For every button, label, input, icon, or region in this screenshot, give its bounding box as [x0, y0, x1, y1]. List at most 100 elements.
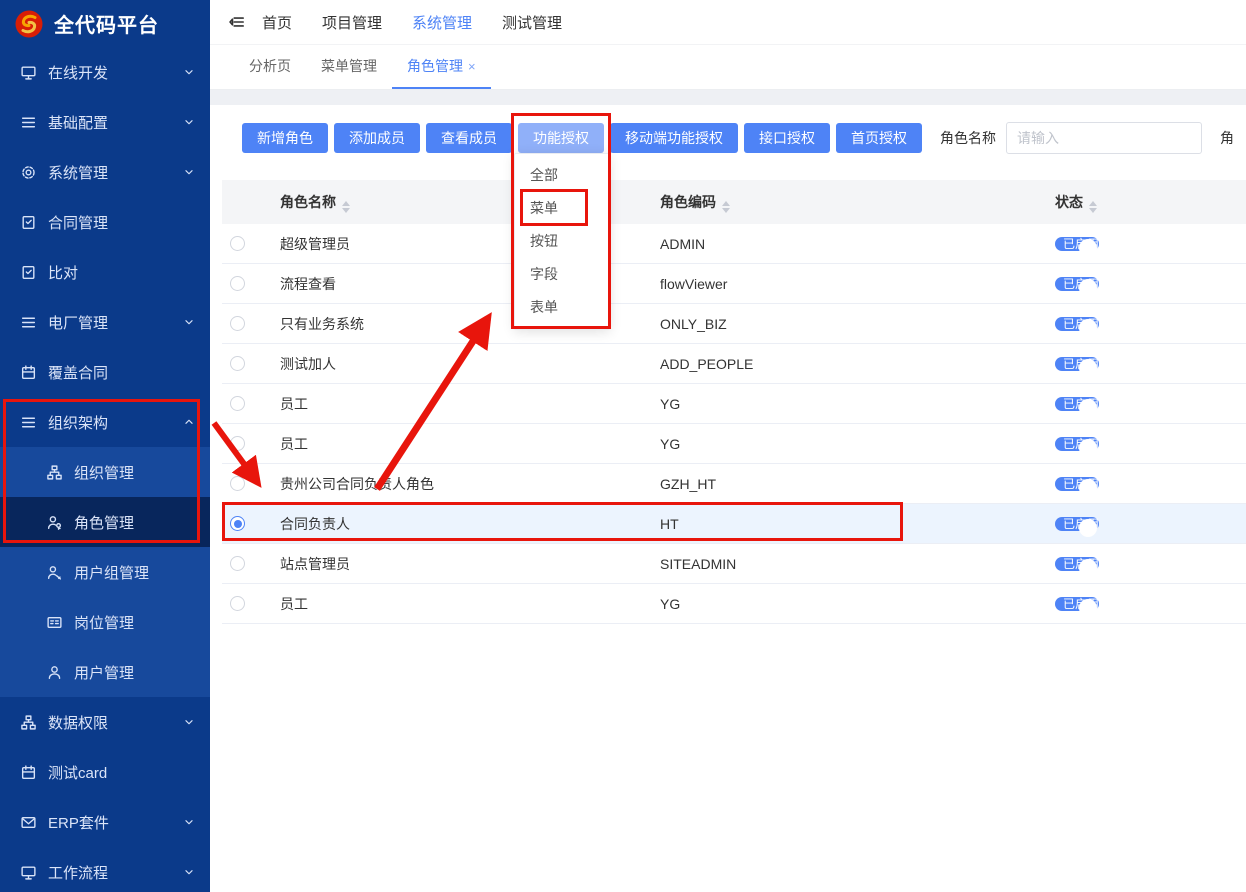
top-navigation: 首页 项目管理 系统管理 测试管理: [210, 0, 1246, 45]
row-radio[interactable]: [230, 596, 245, 611]
sidebar-item-org-structure[interactable]: 组织架构: [0, 397, 210, 447]
table-row[interactable]: 流程查看 flowViewer 已启用: [222, 264, 1246, 304]
dropdown-item-form[interactable]: 表单: [515, 291, 609, 324]
nav-item-system-mgmt[interactable]: 系统管理: [412, 12, 472, 33]
chevron-down-icon: [182, 815, 196, 829]
sidebar: 全代码平台 在线开发 基础配置 系统管理 合同管理 比对 电厂管理 覆盖合同 组…: [0, 0, 210, 892]
row-radio[interactable]: [230, 356, 245, 371]
status-toggle[interactable]: 已启用: [1055, 557, 1099, 571]
status-toggle[interactable]: 已启用: [1055, 477, 1099, 491]
nav-item-test-mgmt[interactable]: 测试管理: [502, 12, 562, 33]
sidebar-item-label: 在线开发: [48, 62, 108, 83]
sidebar-item-data-permission[interactable]: 数据权限: [0, 697, 210, 747]
chevron-down-icon: [182, 315, 196, 329]
add-member-button[interactable]: 添加成员: [334, 123, 420, 153]
sidebar-item-label: 角色管理: [74, 512, 134, 533]
chevron-down-icon: [182, 65, 196, 79]
sidebar-item-cover-contract[interactable]: 覆盖合同: [0, 347, 210, 397]
sidebar-item-label: 工作流程: [48, 862, 108, 883]
role-name-label: 角色名称: [940, 128, 996, 148]
row-radio[interactable]: [230, 396, 245, 411]
sidebar-item-erp-suite[interactable]: ERP套件: [0, 797, 210, 847]
status-toggle[interactable]: 已启用: [1055, 317, 1099, 331]
close-icon[interactable]: ×: [468, 59, 476, 74]
function-auth-button[interactable]: 功能授权: [518, 123, 604, 153]
row-radio[interactable]: [230, 436, 245, 451]
role-code-cell: GZH_HT: [660, 476, 1055, 492]
view-member-button[interactable]: 查看成员: [426, 123, 512, 153]
status-toggle[interactable]: 已启用: [1055, 397, 1099, 411]
table-row[interactable]: 贵州公司合同负责人角色 GZH_HT 已启用: [222, 464, 1246, 504]
user-key-icon: [46, 564, 63, 581]
api-auth-button[interactable]: 接口授权: [744, 123, 830, 153]
sidebar-item-post-mgmt[interactable]: 岗位管理: [0, 597, 210, 647]
gear-icon: [20, 164, 37, 181]
status-toggle[interactable]: 已启用: [1055, 277, 1099, 291]
role-name-input[interactable]: [1006, 122, 1202, 154]
sidebar-item-contract-mgmt[interactable]: 合同管理: [0, 197, 210, 247]
sidebar-item-compare[interactable]: 比对: [0, 247, 210, 297]
row-radio[interactable]: [230, 276, 245, 291]
sidebar-item-user-group-mgmt[interactable]: 用户组管理: [0, 547, 210, 597]
row-radio-selected[interactable]: [230, 516, 245, 531]
chevron-up-icon: [182, 415, 196, 429]
role-code-cell: flowViewer: [660, 276, 1055, 292]
tab-menu-mgmt[interactable]: 菜单管理: [306, 45, 392, 89]
row-radio[interactable]: [230, 236, 245, 251]
sidebar-item-label: 用户管理: [74, 662, 134, 683]
status-toggle[interactable]: 已启用: [1055, 517, 1099, 531]
add-role-button[interactable]: 新增角色: [242, 123, 328, 153]
tab-role-mgmt[interactable]: 角色管理 ×: [392, 45, 491, 89]
table-row[interactable]: 员工 YG 已启用: [222, 584, 1246, 624]
sidebar-item-workflow[interactable]: 工作流程: [0, 847, 210, 892]
sidebar-item-plant-mgmt[interactable]: 电厂管理: [0, 297, 210, 347]
dropdown-item-all[interactable]: 全部: [515, 159, 609, 192]
dropdown-item-button[interactable]: 按钮: [515, 225, 609, 258]
table-row[interactable]: 员工 YG 已启用: [222, 384, 1246, 424]
dropdown-item-field[interactable]: 字段: [515, 258, 609, 291]
sort-icon[interactable]: [1089, 201, 1097, 213]
home-auth-button[interactable]: 首页授权: [836, 123, 922, 153]
sidebar-item-system-mgmt[interactable]: 系统管理: [0, 147, 210, 197]
sort-icon[interactable]: [722, 201, 730, 213]
mobile-function-auth-button[interactable]: 移动端功能授权: [610, 123, 738, 153]
sidebar-item-online-dev[interactable]: 在线开发: [0, 47, 210, 97]
row-radio[interactable]: [230, 476, 245, 491]
role-code-cell: ADMIN: [660, 236, 1055, 252]
status-toggle[interactable]: 已启用: [1055, 357, 1099, 371]
col-header-role-code[interactable]: 角色编码: [660, 192, 1055, 213]
sidebar-item-org-mgmt[interactable]: 组织管理: [0, 447, 210, 497]
chevron-down-icon: [182, 715, 196, 729]
status-toggle[interactable]: 已启用: [1055, 597, 1099, 611]
table-row[interactable]: 员工 YG 已启用: [222, 424, 1246, 464]
role-name-cell: 员工: [266, 394, 660, 414]
status-toggle[interactable]: 已启用: [1055, 437, 1099, 451]
nav-item-project-mgmt[interactable]: 项目管理: [322, 12, 382, 33]
menu-fold-icon[interactable]: [228, 13, 246, 31]
row-radio[interactable]: [230, 316, 245, 331]
role-code-cell: ONLY_BIZ: [660, 316, 1055, 332]
sidebar-item-label: 系统管理: [48, 162, 108, 183]
role-name-cell: 站点管理员: [266, 554, 660, 574]
nav-item-home[interactable]: 首页: [262, 12, 292, 33]
row-radio[interactable]: [230, 556, 245, 571]
tab-analysis[interactable]: 分析页: [234, 45, 306, 89]
table-row[interactable]: 站点管理员 SITEADMIN 已启用: [222, 544, 1246, 584]
sidebar-item-base-config[interactable]: 基础配置: [0, 97, 210, 147]
sidebar-item-user-mgmt[interactable]: 用户管理: [0, 647, 210, 697]
status-toggle[interactable]: 已启用: [1055, 237, 1099, 251]
dropdown-item-menu[interactable]: 菜单: [515, 192, 609, 225]
sidebar-item-test-card[interactable]: 测试card: [0, 747, 210, 797]
table-row[interactable]: 只有业务系统 ONLY_BIZ 已启用: [222, 304, 1246, 344]
chevron-down-icon: [182, 865, 196, 879]
sidebar-item-label: 电厂管理: [48, 312, 108, 333]
sidebar-item-role-mgmt[interactable]: 角色管理: [0, 497, 210, 547]
col-header-status[interactable]: 状态: [1055, 192, 1246, 213]
table-row-selected[interactable]: 合同负责人 HT 已启用: [222, 504, 1246, 544]
calendar-icon: [20, 764, 37, 781]
table-row[interactable]: 超级管理员 ADMIN 已启用: [222, 224, 1246, 264]
table-row[interactable]: 测试加人 ADD_PEOPLE 已启用: [222, 344, 1246, 384]
role-code-cell: HT: [660, 516, 1055, 532]
menu-lines-icon: [20, 314, 37, 331]
sort-icon[interactable]: [342, 201, 350, 213]
